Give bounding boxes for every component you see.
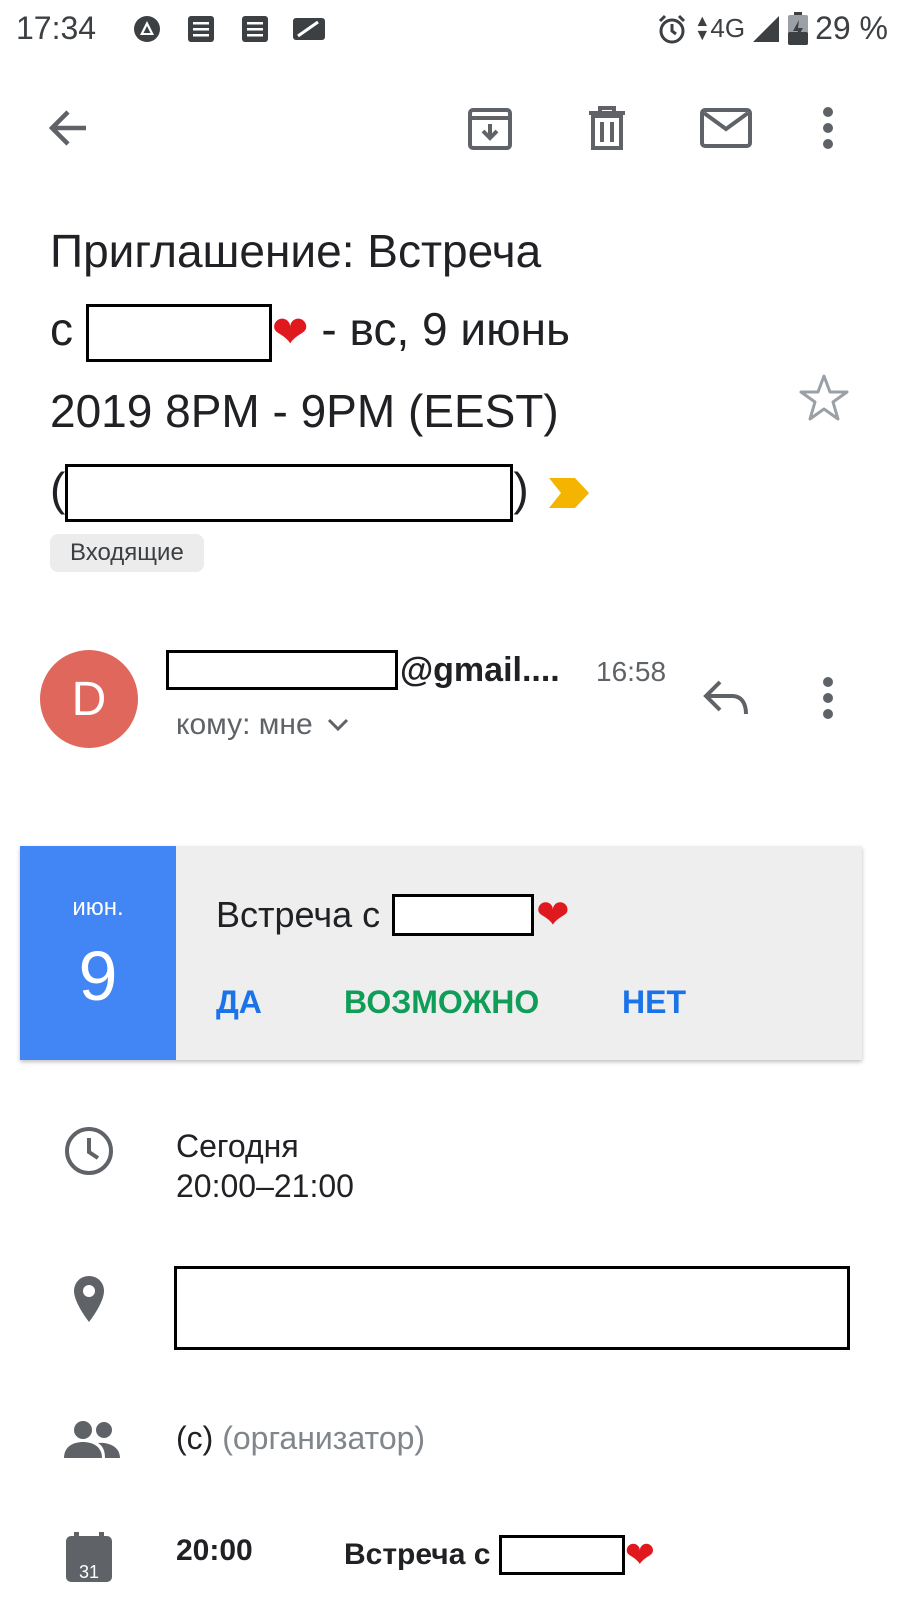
status-right-cluster: ▲ ▼ 4G 29 % xyxy=(656,10,888,47)
delete-icon xyxy=(589,106,625,150)
heart-emoji: ❤ xyxy=(536,893,570,937)
sender-address[interactable]: @gmail.... xyxy=(166,650,560,690)
event-day: Сегодня xyxy=(176,1128,299,1164)
more-vert-icon xyxy=(823,677,833,719)
doc-icon xyxy=(242,16,268,42)
redacted-location[interactable] xyxy=(174,1266,850,1350)
label-inbox[interactable]: Входящие xyxy=(50,534,204,572)
date-block: июн. 9 xyxy=(20,846,176,1060)
reply-button[interactable] xyxy=(696,668,756,728)
archive-button[interactable] xyxy=(460,98,520,158)
more-options-button[interactable] xyxy=(798,98,858,158)
battery-icon xyxy=(788,11,809,45)
alarm-icon xyxy=(659,14,686,43)
avatar[interactable]: D xyxy=(40,650,138,748)
organizer-name: (с) xyxy=(176,1420,214,1456)
subject-date: - вс, 9 июнь xyxy=(308,303,570,355)
more-vert-icon xyxy=(823,107,833,149)
organizer-role: (организатор) xyxy=(222,1420,426,1456)
star-icon[interactable] xyxy=(798,372,850,424)
redacted-name xyxy=(392,894,535,936)
important-marker-icon[interactable] xyxy=(547,476,591,510)
recipient-label: кому: мне xyxy=(176,708,313,741)
message-more-button[interactable] xyxy=(798,668,858,728)
redacted-name xyxy=(85,303,272,362)
battery-percent: 29 % xyxy=(815,10,888,46)
heart-emoji: ❤ xyxy=(271,307,309,357)
status-time: 17:34 xyxy=(16,10,97,46)
date-day: 9 xyxy=(78,937,118,1015)
sender-domain: @gmail.... xyxy=(400,650,560,689)
status-bar: 17:34 ▲ ▼ 4G 29 % xyxy=(0,0,900,62)
mark-unread-icon xyxy=(700,108,752,148)
back-button[interactable] xyxy=(38,98,98,158)
location-pin-icon xyxy=(74,1276,104,1322)
email-subject: Приглашение: Встреча с ❤ - вс, 9 июнь 20… xyxy=(50,212,770,528)
heart-emoji: ❤ xyxy=(624,1534,655,1575)
invite-card: июн. 9 Встреча с ❤ ДА ВОЗМОЖНО НЕТ xyxy=(20,846,862,1060)
signal-icon xyxy=(753,15,780,42)
delete-button[interactable] xyxy=(577,98,637,158)
subject-line-1: Приглашение: Встреча xyxy=(50,225,542,277)
redacted-sender xyxy=(166,650,398,690)
subject-line-4: () xyxy=(50,450,770,528)
rsvp-maybe-button[interactable]: ВОЗМОЖНО xyxy=(344,984,539,1021)
svg-text:31: 31 xyxy=(79,1562,99,1582)
sender-time: 16:58 xyxy=(596,656,667,687)
notification-app-icon xyxy=(134,16,160,42)
back-arrow-icon xyxy=(48,110,86,146)
redacted-name xyxy=(498,1535,625,1575)
invite-title: Встреча с ❤ xyxy=(216,893,570,937)
rsvp-yes-button[interactable]: ДА xyxy=(216,984,262,1021)
subject-line-2: с ❤ - вс, 9 июнь xyxy=(50,290,770,372)
mark-unread-button[interactable] xyxy=(696,98,756,158)
archive-icon xyxy=(468,108,512,150)
data-arrows-icon: ▲ ▼ xyxy=(694,12,711,44)
tablet-icon xyxy=(293,18,325,40)
organizer[interactable]: (с) (организатор) xyxy=(176,1418,425,1458)
calendar-icon: 31 xyxy=(66,1532,112,1582)
reply-icon xyxy=(703,680,748,715)
agenda-time: 20:00 xyxy=(176,1534,253,1567)
agenda-event[interactable]: Встреча с ❤ xyxy=(344,1534,655,1576)
clock-icon xyxy=(65,1127,113,1175)
event-time: 20:00–21:00 xyxy=(176,1168,354,1204)
recipient-toggle[interactable]: кому: мне xyxy=(176,708,349,742)
rsvp-no-button[interactable]: НЕТ xyxy=(622,984,686,1021)
doc-icon xyxy=(188,16,214,42)
subject-line-3: 2019 8PM - 9PM (EEST) xyxy=(50,384,559,437)
date-month: июн. xyxy=(72,894,124,921)
event-when: Сегодня 20:00–21:00 xyxy=(176,1126,354,1206)
network-type: 4G xyxy=(710,13,746,43)
chevron-down-icon xyxy=(327,718,348,732)
redacted-email xyxy=(65,463,514,522)
people-icon xyxy=(64,1421,120,1458)
